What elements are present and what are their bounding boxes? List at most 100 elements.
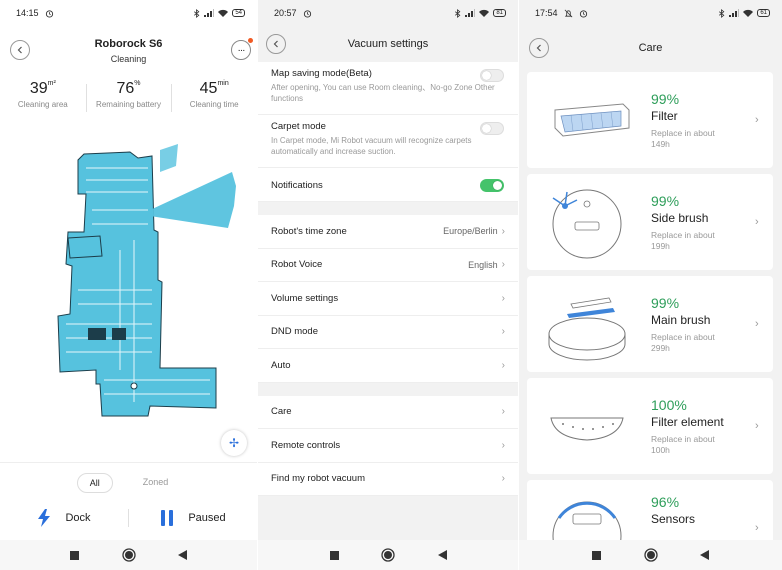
bluetooth-icon: [193, 8, 200, 18]
care-percentage: 99%: [651, 192, 680, 209]
device-settings-list: Robot's time zone Europe/Berlin › Robot V…: [258, 215, 518, 383]
row-label: Robot's time zone: [271, 225, 347, 237]
chevron-left-icon: [17, 46, 22, 54]
page-title: Vacuum settings: [347, 38, 429, 50]
care-note: Replace in about 149h: [651, 127, 715, 149]
pause-label: Paused: [188, 512, 226, 524]
map-saving-toggle[interactable]: [480, 69, 504, 82]
care-note: Replace in about 100h: [651, 433, 715, 455]
chevron-right-icon: ›: [501, 259, 505, 271]
care-row[interactable]: Care ›: [258, 395, 518, 429]
care-name: Filter element: [651, 414, 724, 429]
carpet-mode-toggle[interactable]: [480, 122, 504, 135]
setting-label: Notifications: [271, 180, 323, 191]
notifications-toggle[interactable]: [480, 179, 504, 192]
chevron-right-icon: ›: [501, 225, 505, 237]
back-nav-button[interactable]: [698, 548, 712, 562]
row-value: English: [468, 259, 498, 270]
more-icon: ···: [237, 44, 246, 56]
pause-button[interactable]: Paused: [128, 509, 257, 527]
filter-icon: [554, 103, 630, 137]
stat-remaining-battery: 76% Remaining battery: [85, 80, 172, 116]
setting-label: Carpet mode: [271, 121, 326, 132]
back-button[interactable]: [266, 34, 286, 54]
chevron-right-icon: ›: [755, 318, 759, 330]
system-nav-bar: [258, 540, 518, 570]
chevron-left-icon: [536, 44, 541, 52]
side-brush-icon: [552, 189, 622, 259]
alarm-icon: [303, 9, 312, 18]
triangle-back-icon: [178, 550, 187, 560]
circle-icon: [381, 548, 395, 562]
care-name: Filter: [651, 108, 678, 123]
home-button[interactable]: [381, 548, 395, 562]
home-button[interactable]: [643, 548, 658, 562]
chevron-right-icon: ›: [501, 473, 505, 485]
care-percentage: 96%: [651, 494, 680, 510]
volume-settings-row[interactable]: Volume settings ›: [258, 282, 518, 316]
row-label: Auto: [271, 359, 291, 371]
row-label: Care: [271, 406, 292, 418]
bluetooth-icon: [718, 8, 725, 18]
cleaning-map[interactable]: [0, 140, 257, 430]
setting-label: Map saving mode(Beta): [271, 68, 372, 79]
stat-cleaning-time: 45min Cleaning time: [171, 80, 257, 116]
stat-unit: m²: [47, 80, 56, 87]
clock: 17:54: [535, 8, 558, 18]
chevron-right-icon: ›: [501, 406, 505, 418]
signal-icon: [465, 9, 476, 17]
map-view-button[interactable]: ✢: [221, 430, 247, 456]
system-nav-bar: [0, 540, 257, 570]
care-item-filter[interactable]: 99% Filter Replace in about 149h ›: [527, 72, 773, 168]
battery-indicator: 54: [232, 9, 245, 17]
chevron-right-icon: ›: [501, 359, 505, 371]
dock-button[interactable]: Dock: [0, 509, 128, 527]
recents-button[interactable]: [327, 548, 341, 562]
back-button[interactable]: [529, 38, 549, 58]
robot-voice-row[interactable]: Robot Voice English ›: [258, 248, 518, 282]
main-brush-icon: [548, 297, 626, 361]
back-nav-button[interactable]: [435, 548, 449, 562]
setting-map-saving: Map saving mode(Beta) After opening, You…: [258, 62, 518, 115]
remote-controls-row[interactable]: Remote controls ›: [258, 429, 518, 463]
chevron-right-icon: ›: [501, 292, 505, 304]
recents-button[interactable]: [590, 548, 604, 562]
stat-unit: min: [217, 80, 229, 87]
alarm-icon: [45, 9, 54, 18]
auto-row[interactable]: Auto ›: [258, 349, 518, 383]
triangle-back-icon: [437, 550, 447, 560]
mute-icon: [564, 9, 573, 18]
care-item-main-brush[interactable]: 99% Main brush Replace in about 299h ›: [527, 276, 773, 372]
alarm-icon: [579, 9, 588, 18]
row-value: Europe/Berlin: [443, 226, 498, 237]
wifi-icon: [743, 9, 754, 17]
clock: 20:57: [274, 8, 297, 18]
back-nav-button[interactable]: [176, 548, 190, 562]
time-zone-row[interactable]: Robot's time zone Europe/Berlin ›: [258, 215, 518, 249]
back-button[interactable]: [10, 40, 30, 60]
circle-icon: [121, 548, 136, 562]
care-item-filter-element[interactable]: 100% Filter element Replace in about 100…: [527, 378, 773, 474]
care-percentage: 99%: [651, 90, 680, 107]
stat-unit: %: [134, 80, 141, 87]
setting-notifications: Notifications: [258, 168, 518, 202]
clock: 14:15: [16, 8, 39, 18]
care-name: Sensors: [651, 512, 696, 526]
robot-status-screen: 14:15 54 Roborock S6 Cleaning ··· 39m² C…: [0, 0, 257, 570]
care-item-side-brush[interactable]: 99% Side brush Replace in about 199h ›: [527, 174, 773, 270]
find-robot-row[interactable]: Find my robot vacuum ›: [258, 462, 518, 496]
dock-label: Dock: [65, 512, 91, 524]
care-note: Replace in about 299h: [651, 331, 715, 353]
dnd-mode-row[interactable]: DND mode ›: [258, 315, 518, 349]
square-icon: [329, 550, 339, 560]
tab-zoned[interactable]: Zoned: [131, 473, 181, 493]
battery-indicator: 81: [493, 9, 506, 17]
fan-icon: ✢: [228, 436, 240, 450]
stat-value: 39: [29, 80, 48, 97]
more-options-button[interactable]: ···: [231, 40, 251, 60]
recents-button[interactable]: [68, 548, 82, 562]
tab-all[interactable]: All: [76, 473, 113, 493]
system-nav-bar: [519, 540, 782, 570]
chevron-right-icon: ›: [755, 114, 759, 126]
home-button[interactable]: [121, 548, 136, 562]
